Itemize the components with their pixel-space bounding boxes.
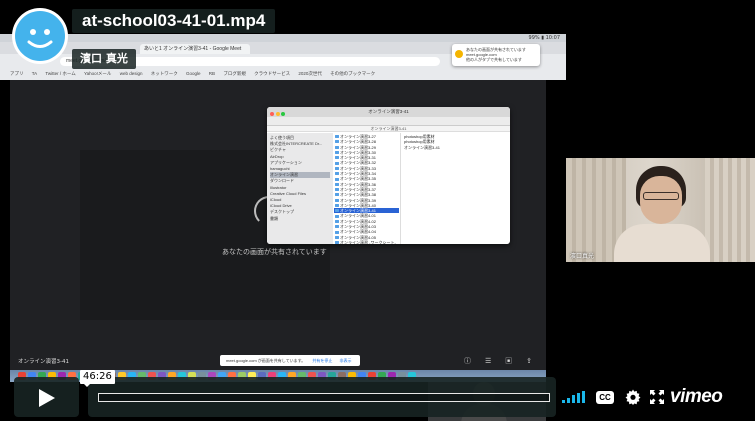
notification-line: 他の人がタブで共有しています: [466, 57, 522, 62]
bookmark: Yahoo!メール: [84, 71, 112, 76]
bookmark: ネットワーク: [150, 71, 178, 76]
finder-title: オンライン演習3-41: [368, 109, 409, 114]
hide-banner-button: 非表示: [339, 358, 352, 363]
finder-column-1: オンライン演習3-27 オンライン演習3-28 オンライン演習3-29 オンライン演習…: [334, 133, 399, 244]
avatar-face-icon: [15, 11, 65, 61]
camera-name-label: 濱口真光: [570, 254, 595, 260]
hover-time-tooltip: 46:26: [80, 370, 115, 387]
bookmark: クラウドサービス: [254, 71, 291, 76]
share-banner-text: meet.google.com が画面を共有しています。: [226, 358, 306, 363]
finder-window: オンライン演習3-41 オンライン演習3-41 よく使う項目 株式会社INTERC…: [267, 107, 510, 244]
bookmark: TA: [31, 71, 38, 76]
bookmark: ブログ新規: [223, 71, 246, 76]
close-icon: [270, 112, 274, 116]
fullscreen-icon[interactable]: [650, 390, 664, 404]
meet-bottom-bar: オンライン演習3-41 meet.google.com が画面を共有しています。…: [10, 352, 546, 370]
bookmark: その他のブックマーク: [330, 71, 376, 76]
browser-tab: あいと1 オンライン演習3-41 - Google Meet: [140, 44, 250, 54]
owner-avatar[interactable]: [12, 8, 68, 64]
gear-icon[interactable]: [625, 389, 641, 405]
finder-folder-item: オンライン演習 -ワークシート-: [334, 240, 399, 244]
mac-menubar: 99% ▮ 10:07: [0, 34, 566, 42]
video-owner[interactable]: 濱口 真光: [72, 49, 136, 69]
progress-track[interactable]: [98, 393, 550, 402]
volume-icon[interactable]: [562, 391, 585, 403]
finder-sidebar: よく使う項目 株式会社INTERCREATE Dr... ピクチャ AirDrop アプ…: [267, 133, 333, 244]
video-frame[interactable]: 99% ▮ 10:07 あいと1 オンライン演習3-41 - Google Me…: [0, 0, 755, 421]
webcam-feed: 濱口真光: [566, 158, 755, 262]
presenter-shirt: [614, 224, 710, 262]
meet-icons: ⓘ ☰ ▣ ⇪: [464, 358, 538, 365]
bookmarks-bar: アプリ TA Twitter / ホーム Yahoo!メール web desig…: [10, 69, 550, 78]
bookmark: アプリ: [10, 71, 24, 76]
video-title[interactable]: at-school03-41-01.mp4: [72, 9, 276, 33]
finder-toolbar: [267, 117, 510, 126]
zoom-icon: [281, 112, 285, 116]
control-icons: CC vimeo: [560, 377, 750, 417]
bookmark: Twitter / ホーム: [45, 71, 76, 76]
share-banner: meet.google.com が画面を共有しています。 共有を停止 非表示: [220, 355, 360, 366]
presenter-face: [640, 176, 682, 224]
sharing-message: あなたの画面が共有されています: [222, 248, 327, 256]
bookmark: web design: [119, 71, 143, 76]
finder-titlebar: オンライン演習3-41: [267, 107, 510, 117]
finder-file-item: オンライン演習3-41: [404, 144, 441, 150]
finder-path: オンライン演習3-41: [267, 126, 510, 132]
play-icon: [39, 389, 55, 407]
meeting-title: オンライン演習3-41: [18, 359, 69, 365]
menubar-status: 99% ▮ 10:07: [528, 35, 560, 41]
play-button[interactable]: [14, 377, 79, 417]
vimeo-logo[interactable]: vimeo: [670, 386, 723, 408]
minimize-icon: [275, 112, 280, 116]
glasses-icon: [643, 192, 679, 200]
curtain: [705, 158, 755, 262]
notification-icon: [455, 50, 463, 58]
bookmark: RB: [208, 71, 216, 76]
bookmark: Google: [186, 71, 201, 76]
window-traffic-lights: [270, 110, 287, 120]
screen-share-notification: あなたの画面が共有されています meet.google.com 他の人がタブで共…: [452, 44, 540, 66]
progress-bar-container[interactable]: [88, 377, 556, 417]
bookmark: 2020次世代: [298, 71, 322, 76]
finder-sidebar-item: 書類: [270, 215, 278, 221]
finder-column-2: photoshop用素材 photoshop用素材 オンライン演習3-41: [400, 133, 460, 244]
cc-icon[interactable]: CC: [596, 391, 614, 404]
player-controls: 46:26 CC vimeo: [0, 370, 755, 421]
stop-sharing-button: 共有を停止: [312, 358, 333, 363]
